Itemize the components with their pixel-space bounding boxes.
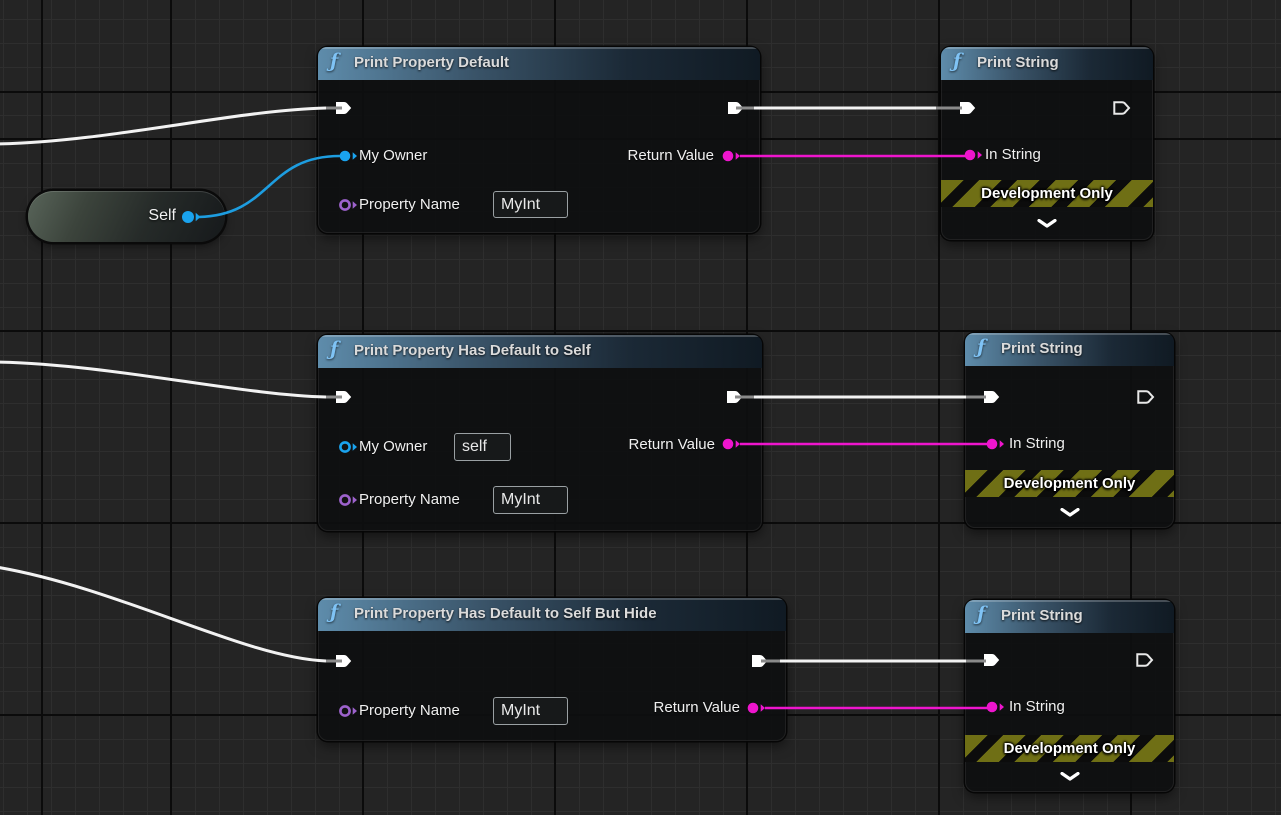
my-owner-pin[interactable] [338,149,358,163]
in-string-label: In String [985,146,1041,164]
my-owner-pin[interactable] [338,440,358,454]
exec-input-pin[interactable] [335,653,354,669]
in-string-pin[interactable] [985,437,1005,451]
exec-output-pin[interactable] [727,100,746,116]
variable-node-self[interactable]: Self [28,191,225,242]
return-value-pin[interactable] [721,149,741,163]
exec-wire-in-2 [0,362,326,397]
node-print-property-has-default-to-self-but-hide[interactable]: ƒ Print Property Has Default to Self But… [318,598,786,741]
return-value-label: Return Value [654,699,740,717]
property-name-field[interactable] [493,486,568,514]
node-title: Print Property Has Default to Self But H… [354,605,657,622]
exec-input-pin[interactable] [959,100,978,116]
blueprint-graph-canvas[interactable]: ƒ Print Property Default My Owner Proper… [0,0,1281,815]
in-string-label: In String [1009,435,1065,453]
exec-input-pin[interactable] [335,389,354,405]
node-title: Print Property Default [354,54,509,71]
exec-output-pin[interactable] [1137,389,1156,405]
property-name-label: Property Name [359,196,460,214]
property-name-pin[interactable] [338,704,358,718]
return-value-label: Return Value [629,436,715,454]
node-print-property-default[interactable]: ƒ Print Property Default My Owner Proper… [318,47,760,233]
node-print-string-middle[interactable]: ƒ Print String In String Development Onl… [965,333,1174,528]
node-title: Print Property Has Default to Self [354,342,591,359]
development-only-banner: Development Only [965,470,1174,497]
collapse-chevron-icon[interactable] [1060,508,1080,517]
my-owner-label: My Owner [359,147,427,165]
collapse-chevron-icon[interactable] [1037,219,1057,228]
self-label: Self [148,207,176,225]
my-owner-label: My Owner [359,438,427,456]
development-only-banner: Development Only [941,180,1153,207]
development-only-text: Development Only [981,185,1113,202]
exec-output-pin[interactable] [726,389,745,405]
development-only-text: Development Only [1004,475,1136,492]
exec-output-pin[interactable] [1113,100,1132,116]
return-value-pin[interactable] [746,701,766,715]
function-icon: ƒ [330,601,338,623]
node-print-property-has-default-to-self[interactable]: ƒ Print Property Has Default to Self My … [318,335,762,531]
function-icon: ƒ [977,603,985,625]
development-only-banner: Development Only [965,735,1174,762]
property-name-pin[interactable] [338,493,358,507]
node-print-string-top[interactable]: ƒ Print String In String Development Onl… [941,47,1153,240]
in-string-pin[interactable] [985,700,1005,714]
function-icon: ƒ [953,50,961,72]
exec-output-pin[interactable] [751,653,770,669]
exec-input-pin[interactable] [335,100,354,116]
exec-input-pin[interactable] [983,389,1002,405]
property-name-field[interactable] [493,697,568,725]
property-name-pin[interactable] [338,198,358,212]
exec-input-pin[interactable] [983,652,1002,668]
property-name-field[interactable] [493,191,568,218]
collapse-chevron-icon[interactable] [1060,772,1080,781]
function-icon: ƒ [330,338,338,360]
return-value-label: Return Value [628,147,714,165]
property-name-label: Property Name [359,491,460,509]
in-string-pin[interactable] [963,148,983,162]
exec-output-pin[interactable] [1136,652,1155,668]
function-icon: ƒ [977,336,985,358]
node-title: Print String [1001,607,1083,624]
node-print-string-bottom[interactable]: ƒ Print String In String Development Onl… [965,600,1174,792]
self-output-pin[interactable] [181,210,201,224]
my-owner-field[interactable] [454,433,511,461]
function-icon: ƒ [330,50,338,72]
return-value-pin[interactable] [721,437,741,451]
exec-wire-in-1 [0,108,326,144]
development-only-text: Development Only [1004,740,1136,757]
node-title: Print String [1001,340,1083,357]
exec-wire-in-3 [0,567,326,661]
node-title: Print String [977,54,1059,71]
property-name-label: Property Name [359,702,460,720]
in-string-label: In String [1009,698,1065,716]
